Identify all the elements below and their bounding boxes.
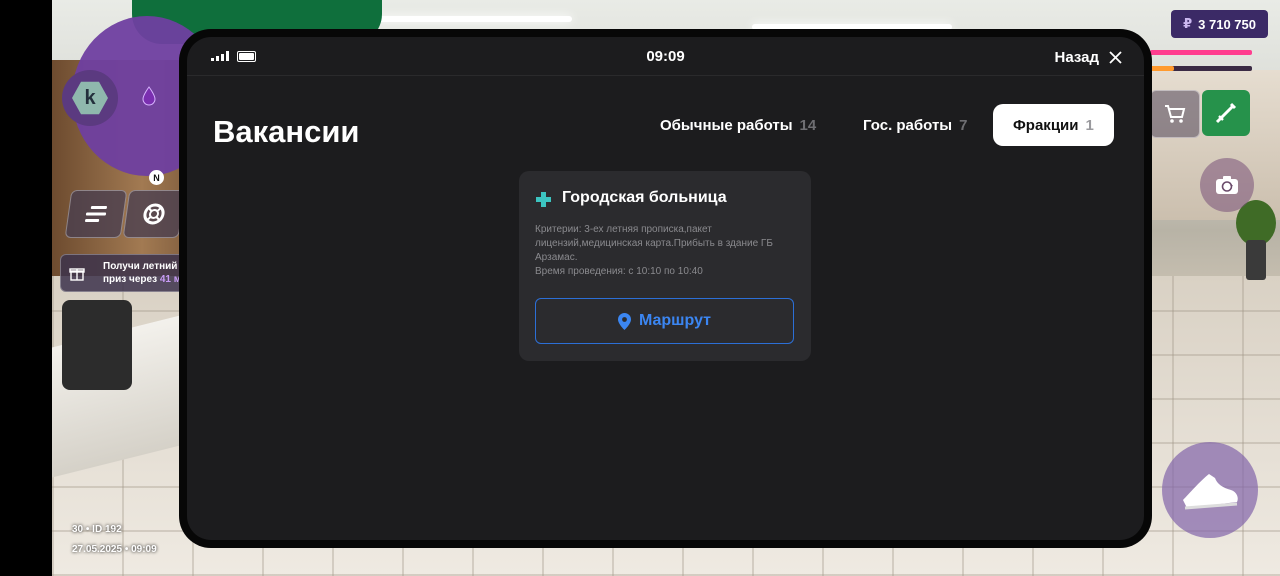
phone-clock: 09:09 — [646, 48, 685, 65]
session-info: 30 • ID 192 27.05.2025 • 09:09 — [72, 520, 157, 560]
shop-button[interactable] — [1150, 90, 1200, 138]
date-time: 27.05.2025 • 09:09 — [72, 544, 157, 555]
camera-rotate-icon — [1216, 176, 1238, 194]
tab-label: Фракции — [1013, 116, 1079, 134]
tab-label: Обычные работы — [660, 116, 793, 134]
gift-line2: приз через — [103, 274, 158, 285]
menu-button[interactable] — [64, 190, 128, 238]
tab-regular-jobs[interactable]: Обычные работы 14 — [660, 104, 816, 146]
office-chair — [62, 300, 132, 390]
tab-government-jobs[interactable]: Гос. работы 7 — [863, 104, 967, 146]
armor-bar-fill — [1150, 66, 1175, 71]
route-button[interactable]: Маршрут — [535, 298, 794, 344]
gift-banner-text: Получи летний приз через 41 м — [103, 260, 181, 286]
close-icon — [1109, 50, 1122, 64]
sneaker-icon — [1183, 474, 1238, 510]
currency-symbol: ₽ — [1183, 16, 1193, 31]
money-amount: 3 710 750 — [1198, 16, 1256, 32]
plant-pot — [1246, 240, 1266, 280]
tab-count: 1 — [1085, 116, 1094, 134]
route-label: Маршрут — [638, 312, 712, 329]
gift-line1: Получи летний — [103, 261, 178, 272]
phone-status-bar: 09:09 Назад — [187, 37, 1144, 76]
phone-screen: 09:09 Назад Вакансии Обычные работы 14 Г… — [187, 37, 1144, 540]
back-label: Назад — [1054, 48, 1099, 66]
medical-cross-icon — [536, 192, 551, 207]
vacancy-time: Время проведения: с 10:10 по 10:40 — [535, 266, 703, 277]
sprint-button[interactable] — [1162, 442, 1258, 538]
menu-icon — [85, 206, 107, 222]
badge-letter: k — [72, 81, 108, 115]
drop-icon — [142, 86, 156, 106]
camera-rotate-button[interactable] — [1200, 158, 1254, 212]
location-pin-icon — [617, 312, 631, 330]
weapon-button[interactable] — [1202, 90, 1250, 136]
tab-count: 14 — [799, 116, 817, 134]
vacancy-criteria: Критерии: 3-ех летняя прописка,пакет лиц… — [535, 224, 773, 263]
page-title: Вакансии — [213, 114, 360, 149]
tab-label: Гос. работы — [863, 116, 953, 134]
back-button[interactable]: Назад — [1055, 46, 1122, 68]
armor-bar — [1150, 66, 1252, 71]
minimap-badge: k — [62, 70, 118, 126]
gift-countdown: 41 м — [159, 274, 182, 285]
cart-icon — [1165, 105, 1186, 123]
vacancy-title: Городская больница — [562, 189, 727, 206]
lifebuoy-icon — [143, 203, 165, 225]
health-bar — [1150, 50, 1252, 55]
weapon-icon — [1215, 102, 1237, 124]
gift-icon — [69, 268, 85, 281]
vacancy-card: Городская больница Критерии: 3-ех летняя… — [519, 171, 811, 361]
compass-north: N — [149, 170, 164, 185]
ceiling-light — [372, 16, 572, 22]
vacancy-description: Критерии: 3-ех летняя прописка,пакет лиц… — [535, 223, 775, 279]
tab-count: 7 — [959, 116, 968, 134]
phone-frame: 09:09 Назад Вакансии Обычные работы 14 Г… — [179, 29, 1152, 548]
help-button[interactable] — [122, 190, 186, 238]
player-id: 30 • ID 192 — [72, 524, 122, 535]
tab-factions[interactable]: Фракции 1 — [993, 104, 1114, 146]
money-display: ₽ 3 710 750 — [1171, 10, 1268, 38]
